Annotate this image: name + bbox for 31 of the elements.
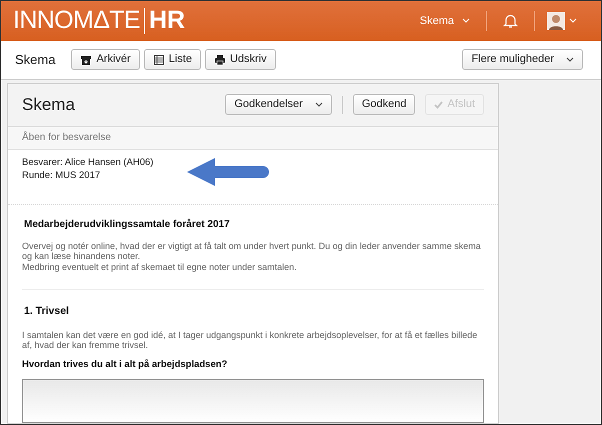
chevron-down-icon (569, 18, 577, 24)
chevron-down-icon (462, 18, 470, 24)
page-title: Skema (15, 50, 56, 69)
more-options-dropdown[interactable]: Flere muligheder (462, 49, 583, 70)
bell-icon[interactable] (503, 12, 518, 29)
answer-box[interactable] (22, 379, 484, 423)
form-title: Skema (22, 94, 76, 116)
meta-text: Runde: MUS 2017 (22, 168, 102, 182)
section-heading: 1. Trivsel (23, 304, 70, 319)
chevron-down-icon (566, 57, 574, 62)
intro-paragraph: Overvej og notér online, hvad der er vigtigt at få talt om under hvert punkt. Du og din leder anvender samme skema og kan læse hinandens noter. (22, 240, 482, 262)
question-text: Hvordan trives du alt i alt på arbejdspladsen? (22, 358, 228, 372)
section-paragraph: I samtalen kan det være en god idé, at I tager udgangspunkt i konkrete arbejdsoplevelser, for at få et fælles billede af, hvad der kan fremme trivsel. (22, 330, 478, 351)
chevron-down-icon (314, 102, 323, 107)
list-icon (152, 54, 165, 66)
intro-paragraph: Medbring eventuelt et print af skemaet til egne noter under samtalen. (22, 262, 298, 272)
avatar-icon[interactable] (547, 12, 565, 30)
status-text: Åben for besvarelse (22, 130, 111, 145)
logo-text: HR (148, 5, 186, 36)
approvals-dropdown[interactable]: Godkendelser (225, 94, 332, 115)
form-heading: Medarbejderudviklingssamtale foråret 2017 (23, 218, 231, 232)
printer-icon (214, 54, 226, 66)
logo-text: INNOMΔTE (13, 5, 140, 36)
meta-text: Besvarer: Alice Hansen (AH06) (22, 156, 154, 168)
toolbar-button[interactable]: Liste (144, 49, 201, 70)
toolbar-button[interactable]: Arkivér (71, 49, 140, 70)
archive-box-icon (80, 54, 92, 66)
approve-button[interactable]: Godkend (352, 94, 416, 115)
toolbar-button[interactable]: Udskriv (204, 49, 276, 70)
logo-divider (144, 8, 145, 34)
check-icon (434, 100, 444, 108)
